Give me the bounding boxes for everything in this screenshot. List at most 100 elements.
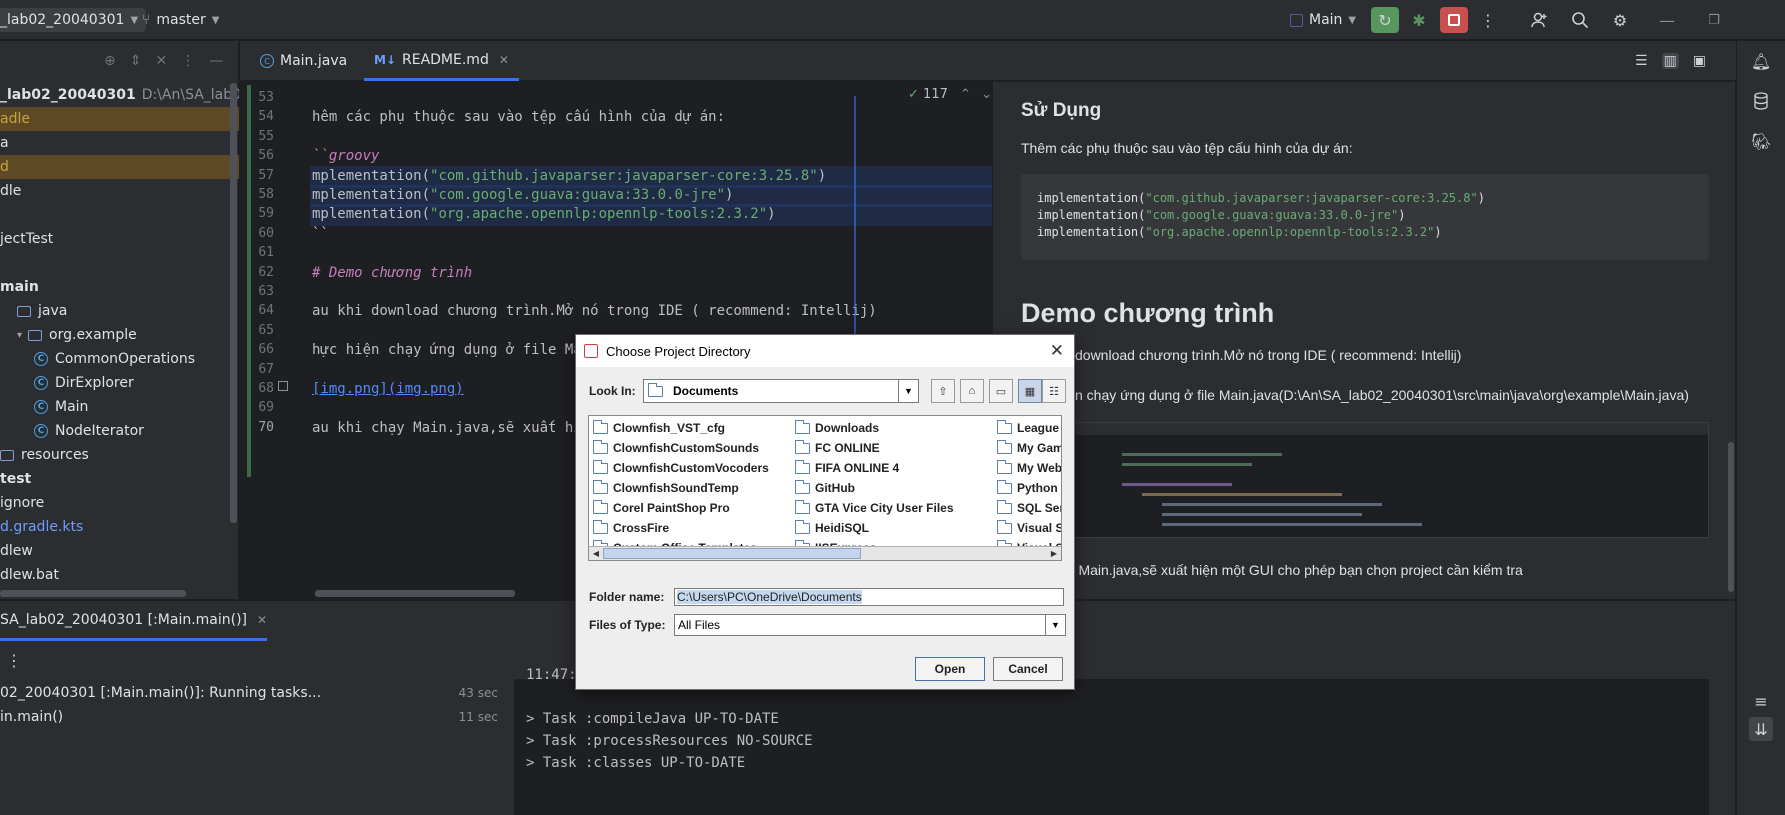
tree-item[interactable]: C CommonOperations xyxy=(0,347,239,371)
tree-item[interactable]: C Main xyxy=(0,395,239,419)
folder-item[interactable]: SQL Ser xyxy=(997,498,1061,518)
inspection-widget[interactable]: ✓ 117 ⌃ ⌄ xyxy=(908,87,992,102)
tree-item[interactable]: adle xyxy=(0,107,239,131)
horizontal-scrollbar[interactable]: ◀ ▶ xyxy=(589,546,1061,560)
run-task-row[interactable]: in.main() 11 sec xyxy=(0,705,510,729)
tree-item[interactable]: dlew.bat xyxy=(0,563,239,587)
tree-item[interactable]: d.gradle.kts xyxy=(0,515,239,539)
home-icon[interactable]: ⌂ xyxy=(960,379,984,403)
run-config-selector[interactable]: Main ▼ xyxy=(1290,8,1356,32)
list-view-icon[interactable]: ▦ xyxy=(1018,379,1042,403)
folder-item[interactable]: Corel PaintShop Pro xyxy=(593,498,769,518)
scroll-thumb[interactable] xyxy=(603,548,861,559)
tab-main-java[interactable]: C Main.java xyxy=(250,41,357,81)
folder-item[interactable]: FC ONLINE xyxy=(795,438,954,458)
folder-name-input[interactable]: C:\Users\PC\OneDrive\Documents xyxy=(674,588,1064,606)
code-line[interactable]: au khi download chương trình.Mở nó trong… xyxy=(312,303,877,319)
folder-item[interactable]: GTA Vice City User Files xyxy=(795,498,954,518)
editor-only-icon[interactable]: ☰ xyxy=(1635,53,1648,69)
tree-item[interactable] xyxy=(0,251,239,275)
run-task-row[interactable]: 02_20040301 [:Main.main()]: Running task… xyxy=(0,681,510,705)
options-icon[interactable]: ⋮ xyxy=(181,53,195,69)
chevron-down-icon[interactable]: ▼ xyxy=(898,380,918,402)
scroll-left-icon[interactable]: ◀ xyxy=(589,547,603,560)
tree-item[interactable]: jectTest xyxy=(0,227,239,251)
scroll-to-end-icon[interactable]: ⇊ xyxy=(1749,717,1773,741)
horizontal-scrollbar[interactable] xyxy=(0,590,186,597)
notifications-bell-icon[interactable]: 🔔︎ xyxy=(1749,49,1773,73)
split-view-icon[interactable]: ▥ xyxy=(1661,53,1679,69)
folder-item[interactable]: Python S xyxy=(997,478,1061,498)
code-line[interactable]: `` xyxy=(312,226,329,242)
details-view-icon[interactable]: ☷ xyxy=(1042,379,1066,403)
folder-item[interactable]: ClownfishCustomVocoders xyxy=(593,458,769,478)
code-line[interactable]: mplementation("org.apache.opennlp:opennl… xyxy=(312,206,776,222)
code-line[interactable]: mplementation("com.github.javaparser:jav… xyxy=(312,168,826,184)
code-line[interactable]: mplementation("com.google.guava:guava:33… xyxy=(312,187,733,203)
console-output[interactable]: 11:47:2 > Task :compileJava UP-TO-DATE > T… xyxy=(514,667,1709,815)
add-user-icon[interactable] xyxy=(1525,7,1553,33)
run-options-icon[interactable]: ⋮ xyxy=(6,651,22,670)
search-icon[interactable] xyxy=(1566,7,1594,33)
code-line[interactable]: au khi chạy Main.java,sẽ xuất hiệ xyxy=(312,420,590,436)
tree-item[interactable]: ▾ org.example xyxy=(0,323,239,347)
folder-item[interactable]: GitHub xyxy=(795,478,954,498)
soft-wrap-icon[interactable]: ≡ xyxy=(1749,689,1773,713)
tree-item[interactable]: C DirExplorer xyxy=(0,371,239,395)
tree-item[interactable]: main xyxy=(0,275,239,299)
folder-item[interactable]: My Game xyxy=(997,438,1061,458)
tree-item[interactable]: dlew xyxy=(0,539,239,563)
up-one-level-icon[interactable]: ⇧ xyxy=(931,379,955,403)
close-tab-icon[interactable]: ✕ xyxy=(257,613,267,627)
folder-item[interactable]: ClownfishCustomSounds xyxy=(593,438,769,458)
folder-item[interactable]: HeidiSQL xyxy=(795,518,954,538)
chevron-down-icon[interactable]: ▾ xyxy=(17,330,22,341)
code-line[interactable]: ``groovy xyxy=(312,148,379,164)
minimize-icon[interactable]: — xyxy=(1653,7,1681,33)
tree-item[interactable] xyxy=(0,203,239,227)
folder-item[interactable]: ClownfishSoundTemp xyxy=(593,478,769,498)
code-line[interactable]: [img.png](img.png) xyxy=(312,381,464,397)
stop-button[interactable] xyxy=(1440,7,1468,33)
code-line[interactable]: hực hiện chạy ứng dụng ở file Mai xyxy=(312,342,590,358)
files-of-type-combo[interactable]: All Files ▼ xyxy=(674,614,1066,636)
code-line[interactable]: hêm các phụ thuộc sau vào tệp cấu hình c… xyxy=(312,109,725,125)
dialog-title-bar[interactable]: Choose Project Directory ✕ xyxy=(576,335,1074,367)
tree-item[interactable]: a xyxy=(0,131,239,155)
folder-item[interactable]: FIFA ONLINE 4 xyxy=(795,458,954,478)
project-selector[interactable]: _lab02_20040301 ▼ xyxy=(0,8,147,32)
chevron-up-icon[interactable]: ⌃ xyxy=(960,87,971,102)
look-in-combo[interactable]: Documents ▼ xyxy=(643,379,919,403)
editor-horizontal-scrollbar[interactable] xyxy=(315,590,515,597)
folder-item[interactable]: Clownfish_VST_cfg xyxy=(593,418,769,438)
tree-item[interactable]: _lab02_20040301 D:\An\SA_lab02_200403 xyxy=(0,83,239,107)
folder-item[interactable]: My Web xyxy=(997,458,1061,478)
tree-item[interactable]: d xyxy=(0,155,239,179)
tab-readme-md[interactable]: M↓ README.md ✕ xyxy=(364,41,519,81)
open-button[interactable]: Open xyxy=(915,657,985,681)
expand-all-icon[interactable]: ⇕ xyxy=(130,53,142,69)
hide-icon[interactable]: — xyxy=(209,53,223,69)
folder-item[interactable]: Downloads xyxy=(795,418,954,438)
debug-icon[interactable]: ✱ xyxy=(1405,7,1433,33)
close-tab-icon[interactable]: ✕ xyxy=(499,53,509,67)
folder-item[interactable]: Visual S xyxy=(997,518,1061,538)
tree-item[interactable]: test xyxy=(0,467,239,491)
more-actions-icon[interactable]: ⋮ xyxy=(1474,7,1502,33)
new-folder-icon[interactable]: ▭ xyxy=(989,379,1013,403)
vertical-scrollbar[interactable] xyxy=(230,83,237,523)
tree-item[interactable]: dle xyxy=(0,179,239,203)
branch-selector[interactable]: ⑂ master ▼ xyxy=(142,8,219,32)
cancel-button[interactable]: Cancel xyxy=(993,657,1063,681)
scroll-right-icon[interactable]: ▶ xyxy=(1047,547,1061,560)
chevron-down-icon[interactable]: ▼ xyxy=(1045,615,1065,635)
tree-item[interactable]: ignore xyxy=(0,491,239,515)
tree-item[interactable]: resources xyxy=(0,443,239,467)
settings-gear-icon[interactable]: ⚙ xyxy=(1606,7,1634,33)
preview-scrollbar[interactable] xyxy=(1728,442,1734,592)
code-line[interactable]: # Demo chương trình xyxy=(312,265,472,281)
tree-item[interactable]: C NodeIterator xyxy=(0,419,239,443)
locate-icon[interactable]: ⊕ xyxy=(104,53,116,69)
gradle-icon[interactable]: 🐘︎ xyxy=(1749,129,1773,153)
close-icon[interactable]: ✕ xyxy=(1050,341,1064,361)
